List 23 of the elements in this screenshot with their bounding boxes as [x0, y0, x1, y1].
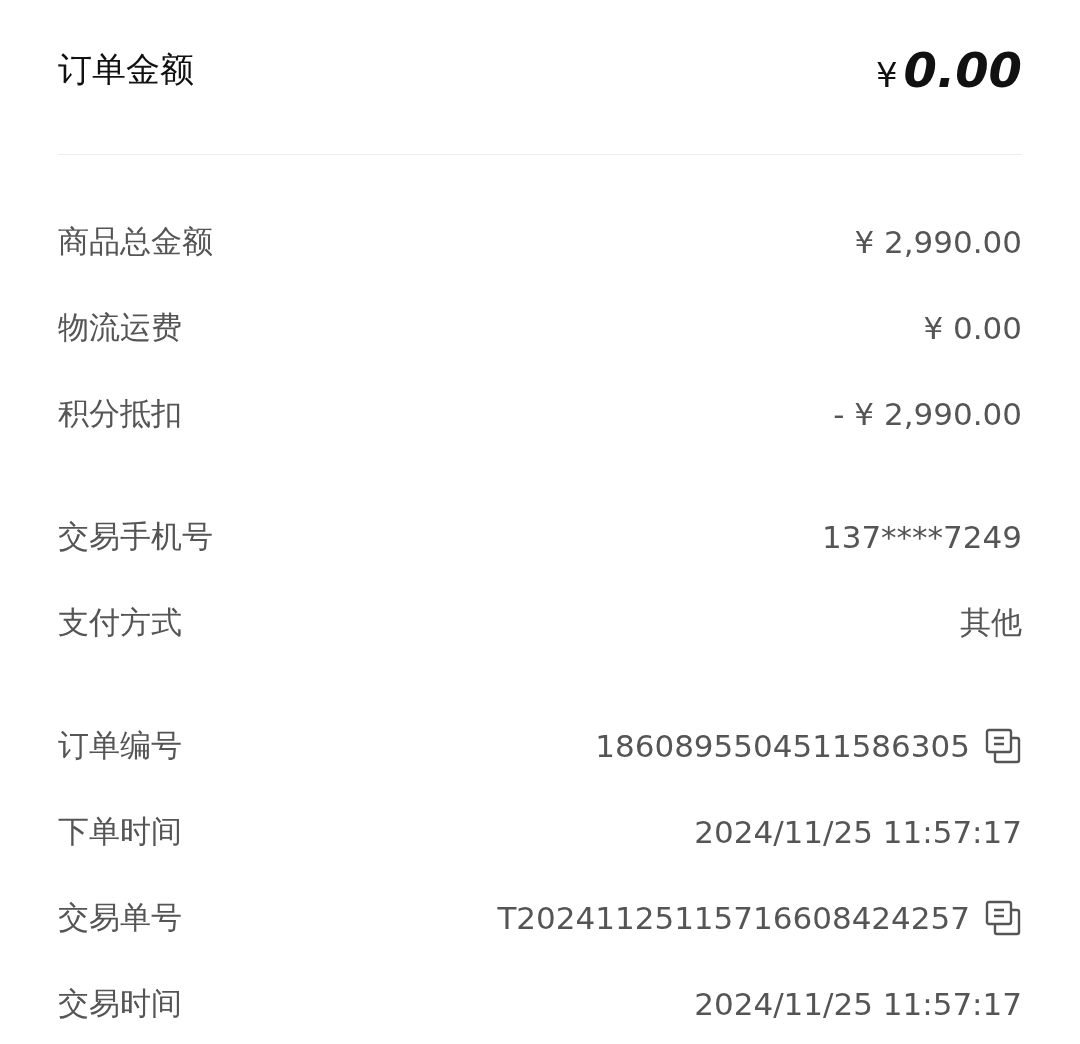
- field-value: T20241125115716608424257: [497, 900, 970, 936]
- field-value: 1860895504511586305: [595, 728, 970, 764]
- field-label: 物流运费: [58, 308, 182, 347]
- field-value: 137****7249: [821, 519, 1022, 555]
- field-value: ¥ 0.00: [923, 310, 1022, 346]
- field-label: 交易时间: [58, 984, 182, 1023]
- field-label: 交易手机号: [58, 517, 213, 556]
- field-value: 2024/11/25 11:57:17: [694, 814, 1022, 850]
- field-label: 订单编号: [58, 726, 182, 765]
- field-label: 积分抵扣: [58, 394, 182, 433]
- field-value: ¥ 2,990.00: [854, 224, 1022, 260]
- field-value: 其他: [960, 603, 1022, 642]
- field-label: 支付方式: [58, 603, 182, 642]
- order-amount-label: 订单金额: [58, 48, 194, 91]
- copy-icon[interactable]: [984, 899, 1022, 937]
- field-value: 2024/11/25 11:57:17: [694, 986, 1022, 1022]
- currency-symbol: ¥: [875, 55, 898, 95]
- field-label: 交易单号: [58, 898, 182, 937]
- field-label: 商品总金额: [58, 222, 213, 261]
- field-label: 下单时间: [58, 812, 182, 851]
- copy-icon[interactable]: [984, 727, 1022, 765]
- order-amount: 0.00: [903, 42, 1022, 98]
- field-value: - ¥ 2,990.00: [833, 396, 1022, 432]
